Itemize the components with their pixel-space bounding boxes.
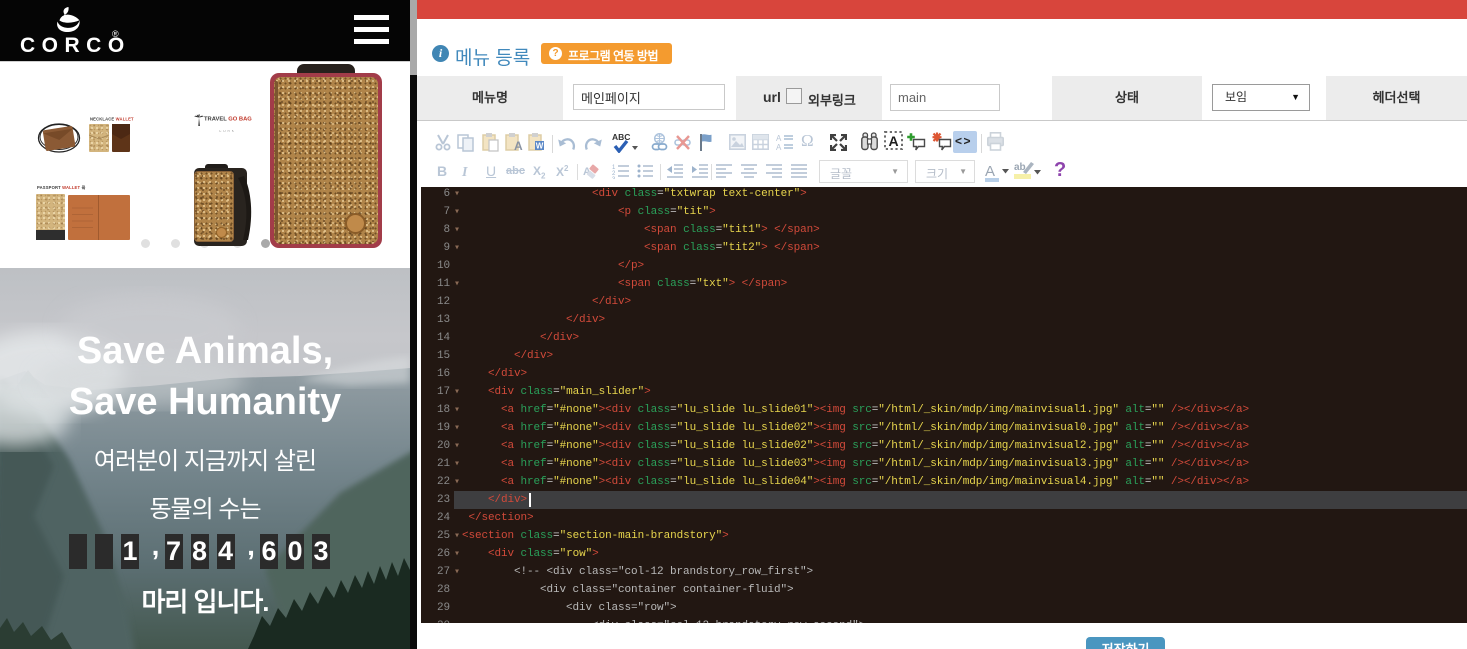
svg-text:A: A [985,163,995,180]
svg-text:A: A [776,134,782,143]
svg-text:A: A [514,139,523,152]
svg-text:A: A [776,143,782,151]
svg-text:W: W [536,142,544,151]
svg-text:A: A [888,133,898,149]
svg-text:3: 3 [612,177,616,179]
svg-text:ABC: ABC [612,132,630,142]
